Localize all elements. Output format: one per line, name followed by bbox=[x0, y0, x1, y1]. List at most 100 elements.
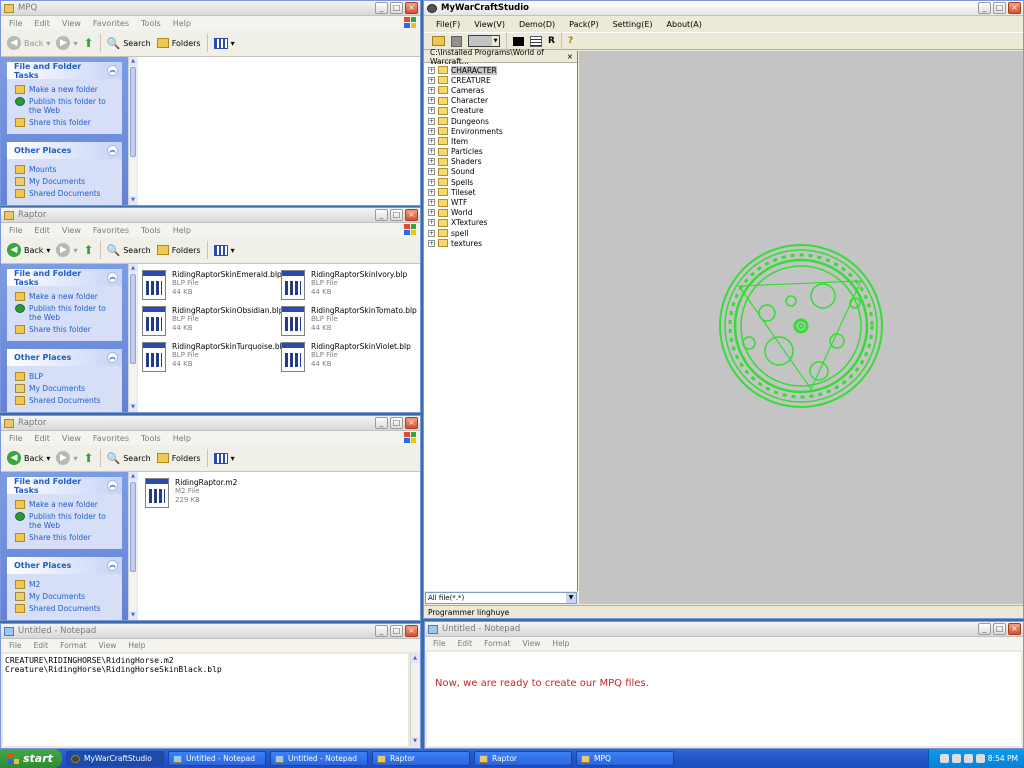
notepad-scrollbar[interactable]: ▲ ▼ bbox=[410, 654, 419, 746]
file-list-area[interactable] bbox=[138, 57, 420, 205]
maximize-button[interactable]: □ bbox=[390, 625, 403, 637]
folders-button[interactable]: Folders bbox=[156, 453, 201, 463]
back-button[interactable]: ◀ Back ▾ bbox=[7, 36, 50, 50]
tree-node[interactable]: + Character bbox=[424, 96, 577, 106]
notepad-text-area[interactable]: CREATURE\RIDINGHORSE\RidingHorse.m2 Creat… bbox=[3, 654, 408, 746]
collapse-chevron-icon[interactable]: ︽ bbox=[107, 480, 118, 491]
tree-node[interactable]: + CREATURE bbox=[424, 75, 577, 85]
expand-icon[interactable]: + bbox=[428, 107, 435, 115]
expand-icon[interactable]: + bbox=[428, 158, 435, 166]
menu-help[interactable]: Help bbox=[173, 434, 191, 443]
task-make-folder[interactable]: Make a new folder bbox=[15, 500, 116, 509]
menu-view[interactable]: View bbox=[62, 19, 81, 28]
place-link[interactable]: Shared Documents bbox=[15, 396, 116, 405]
menu-file[interactable]: File bbox=[9, 641, 22, 650]
close-button[interactable]: × bbox=[1008, 623, 1021, 635]
views-button[interactable]: ▾ bbox=[213, 244, 235, 256]
menu-view[interactable]: View bbox=[62, 434, 81, 443]
start-button[interactable]: start bbox=[0, 749, 62, 768]
minimize-button[interactable]: _ bbox=[375, 2, 388, 14]
tree-node[interactable]: + Creature bbox=[424, 106, 577, 116]
tree-node[interactable]: + Shaders bbox=[424, 157, 577, 167]
menu-pack[interactable]: Pack(P) bbox=[569, 20, 598, 29]
up-folder-button[interactable]: ⬆ bbox=[83, 451, 93, 465]
solid-mode-icon[interactable] bbox=[513, 36, 524, 46]
menu-file[interactable]: File bbox=[9, 434, 22, 443]
panel-header[interactable]: File and Folder Tasks ︽ bbox=[7, 269, 122, 287]
menu-setting[interactable]: Setting(E) bbox=[613, 20, 653, 29]
tree-node[interactable]: + Cameras bbox=[424, 85, 577, 95]
expand-icon[interactable]: + bbox=[428, 117, 435, 125]
title-bar[interactable]: Untitled - Notepad _ □ × bbox=[425, 622, 1023, 637]
expand-icon[interactable]: + bbox=[428, 188, 435, 196]
panel-header[interactable]: File and Folder Tasks ︽ bbox=[7, 477, 122, 495]
collapse-chevron-icon[interactable]: ︽ bbox=[107, 145, 118, 156]
task-share-folder[interactable]: Share this folder bbox=[15, 533, 116, 542]
collapse-chevron-icon[interactable]: ︽ bbox=[107, 272, 118, 283]
place-link[interactable]: My Documents bbox=[15, 592, 116, 601]
title-bar[interactable]: MPQ _ □ × bbox=[1, 1, 420, 16]
collapse-chevron-icon[interactable]: ︽ bbox=[107, 352, 118, 363]
minimize-button[interactable]: _ bbox=[978, 623, 991, 635]
maximize-button[interactable]: □ bbox=[390, 209, 403, 221]
task-publish-web[interactable]: Publish this folder to the Web bbox=[15, 97, 116, 115]
views-button[interactable]: ▾ bbox=[213, 452, 235, 464]
tree-node[interactable]: + Environments bbox=[424, 126, 577, 136]
chevron-down-icon[interactable]: ▼ bbox=[566, 593, 576, 603]
forward-button[interactable]: ▶ ▾ bbox=[56, 36, 77, 50]
taskbar-item-raptor[interactable]: Raptor bbox=[372, 751, 470, 766]
tree-node[interactable]: + textures bbox=[424, 238, 577, 248]
notepad-window-1[interactable]: Untitled - Notepad _ □ × File Edit Forma… bbox=[0, 623, 421, 749]
expand-icon[interactable]: + bbox=[428, 97, 435, 105]
folders-button[interactable]: Folders bbox=[156, 245, 201, 255]
expand-icon[interactable]: + bbox=[428, 168, 435, 176]
file-item[interactable]: RidingRaptorSkinTomato.blp BLP File 44 KB bbox=[281, 306, 417, 336]
menu-edit[interactable]: Edit bbox=[458, 639, 473, 648]
place-link[interactable]: M2 bbox=[15, 580, 116, 589]
task-publish-web[interactable]: Publish this folder to the Web bbox=[15, 304, 116, 322]
search-button[interactable]: 🔍 Search bbox=[107, 37, 151, 50]
title-bar[interactable]: MyWarCraftStudio _ □ × bbox=[424, 1, 1023, 16]
menu-view[interactable]: View bbox=[99, 641, 117, 650]
menu-help[interactable]: Help bbox=[173, 19, 191, 28]
task-make-folder[interactable]: Make a new folder bbox=[15, 85, 116, 94]
file-filter-select[interactable]: All file(*.*) ▼ bbox=[425, 592, 577, 604]
search-button[interactable]: 🔍 Search bbox=[107, 452, 151, 465]
reset-r-button[interactable]: R bbox=[548, 36, 555, 46]
panel-header[interactable]: Other Places ︽ bbox=[7, 557, 122, 574]
menu-file[interactable]: File(F) bbox=[436, 20, 460, 29]
network-tray-icon[interactable] bbox=[951, 754, 961, 763]
expand-icon[interactable]: + bbox=[428, 148, 435, 156]
panel-header[interactable]: Other Places ︽ bbox=[7, 349, 122, 366]
close-button[interactable]: × bbox=[1008, 2, 1021, 14]
maximize-button[interactable]: □ bbox=[993, 623, 1006, 635]
menu-favorites[interactable]: Favorites bbox=[93, 434, 129, 443]
panel-header[interactable]: File and Folder Tasks ︽ bbox=[7, 62, 122, 80]
title-bar[interactable]: Untitled - Notepad _ □ × bbox=[1, 624, 420, 639]
menu-view[interactable]: View bbox=[62, 226, 81, 235]
menu-tools[interactable]: Tools bbox=[141, 226, 161, 235]
menu-edit[interactable]: Edit bbox=[34, 226, 50, 235]
tree-node[interactable]: + Particles bbox=[424, 147, 577, 157]
help-tray-icon[interactable] bbox=[939, 754, 949, 763]
tree-node[interactable]: + Spells bbox=[424, 177, 577, 187]
close-button[interactable]: × bbox=[405, 625, 418, 637]
search-button[interactable]: 🔍 Search bbox=[107, 244, 151, 257]
collapse-chevron-icon[interactable]: ︽ bbox=[107, 65, 118, 76]
menu-help[interactable]: Help bbox=[552, 639, 569, 648]
file-list-area[interactable]: RidingRaptor.m2 M2 File 229 KB bbox=[138, 472, 420, 620]
menu-file[interactable]: File bbox=[9, 19, 22, 28]
menu-favorites[interactable]: Favorites bbox=[93, 19, 129, 28]
volume-tray-icon[interactable] bbox=[963, 754, 973, 763]
menu-edit[interactable]: Edit bbox=[34, 19, 50, 28]
title-bar[interactable]: Raptor _ □ × bbox=[1, 208, 420, 223]
expand-icon[interactable]: + bbox=[428, 199, 435, 207]
minimize-button[interactable]: _ bbox=[375, 417, 388, 429]
menu-format[interactable]: Format bbox=[484, 639, 510, 648]
taskbar-item-notepad[interactable]: Untitled - Notepad bbox=[168, 751, 266, 766]
explorer-window-mpq[interactable]: MPQ _ □ × File Edit View Favorites Tools… bbox=[0, 0, 421, 206]
back-button[interactable]: ◀ Back ▾ bbox=[7, 243, 50, 257]
minimize-button[interactable]: _ bbox=[375, 209, 388, 221]
open-folder-icon[interactable] bbox=[432, 36, 445, 46]
tree-node[interactable]: + XTextures bbox=[424, 218, 577, 228]
